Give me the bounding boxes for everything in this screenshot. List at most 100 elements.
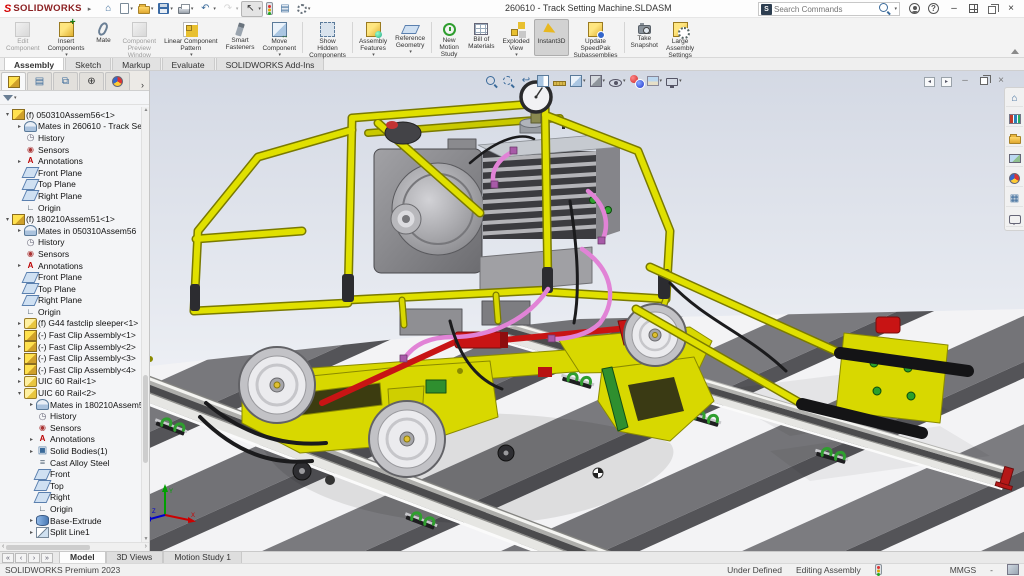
tree-item[interactable]: Top Plane <box>0 283 141 295</box>
tree-item[interactable]: Right <box>0 492 141 504</box>
tree-expand-arrow-icon[interactable]: ▾ <box>15 390 24 397</box>
tree-expand-arrow-icon[interactable]: ▸ <box>15 123 24 130</box>
open-button[interactable]: ▾ <box>136 1 156 17</box>
smart-fasteners-button[interactable]: Smart Fasteners <box>222 19 259 56</box>
tree-item[interactable]: Top Plane <box>0 179 141 191</box>
minimize-doc-button[interactable]: – <box>958 74 972 88</box>
measure-button[interactable] <box>553 76 566 86</box>
last-model-tab-button[interactable]: » <box>41 552 53 564</box>
command-tab-sketch[interactable]: Sketch <box>65 57 111 70</box>
tree-expand-arrow-icon[interactable]: ▸ <box>15 378 24 385</box>
dropdown-caret-icon[interactable]: ▾ <box>236 6 239 12</box>
tree-item[interactable]: ▸Mates in 050310Assem56 <box>0 225 141 237</box>
tree-item[interactable]: ∟Origin <box>0 202 141 214</box>
next-document-button[interactable]: ▸ <box>941 75 952 87</box>
file-explorer-button[interactable] <box>1006 131 1023 147</box>
command-tab-evaluate[interactable]: Evaluate <box>162 57 215 70</box>
status-units[interactable]: MMGS <box>950 565 976 575</box>
panel-overflow-chevron-icon[interactable]: › <box>137 80 148 90</box>
first-model-tab-button[interactable]: « <box>2 552 14 564</box>
tree-item[interactable]: Front Plane <box>0 167 141 179</box>
tree-item[interactable]: ∟Origin <box>0 306 141 318</box>
take-snapshot-button[interactable]: Take Snapshot <box>627 19 662 56</box>
dropdown-caret-icon[interactable]: ▾ <box>213 6 216 12</box>
tree-expand-arrow-icon[interactable]: ▸ <box>27 448 36 455</box>
tree-item[interactable]: ▸AAnnotations <box>0 260 141 272</box>
maximize-button[interactable] <box>967 1 980 16</box>
model-tab-motion-study-1[interactable]: Motion Study 1 <box>163 552 242 563</box>
restore-doc-button[interactable] <box>978 75 988 87</box>
tree-item[interactable]: ◉Sensors <box>0 144 141 156</box>
close-doc-button[interactable]: × <box>994 74 1008 88</box>
3d-scene[interactable]: Y X Z <box>150 71 1024 551</box>
dropdown-caret-icon[interactable]: ▾ <box>279 53 282 57</box>
redo-button[interactable]: ↷▾ <box>219 1 241 17</box>
graphics-viewport[interactable]: Y X Z ↩▾▾▾▾▾ ◂▸–× ⌂▦ <box>150 71 1024 551</box>
close-button[interactable]: × <box>1002 1 1020 16</box>
scroll-left-icon[interactable]: ‹ <box>2 543 4 551</box>
tree-item[interactable]: Right Plane <box>0 295 141 307</box>
component-preview-window-button[interactable]: Component Preview Window <box>118 19 160 56</box>
view-palette-button[interactable] <box>1006 151 1023 167</box>
select-cursor-button[interactable]: ↖▾ <box>241 1 263 17</box>
dropdown-caret-icon[interactable]: ▾ <box>623 78 626 84</box>
tree-expand-arrow-icon[interactable]: ▸ <box>15 332 24 339</box>
home-button[interactable]: ⌂ <box>99 1 117 17</box>
tree-expand-arrow-icon[interactable]: ▸ <box>15 158 24 165</box>
featuremanager-tree-tab[interactable] <box>1 72 26 90</box>
insert-components-button[interactable]: Insert Components▾ <box>44 19 89 56</box>
design-library-button[interactable] <box>1006 111 1023 127</box>
tree-expand-arrow-icon[interactable]: ▸ <box>27 436 36 443</box>
view-orientation-button[interactable]: ▾ <box>570 75 586 87</box>
dropdown-caret-icon[interactable]: ▾ <box>258 6 261 12</box>
dropdown-caret-icon[interactable]: ▾ <box>170 6 173 12</box>
display-manager-tab[interactable] <box>105 72 130 90</box>
update-speedpak-button[interactable]: Update SpeedPak Subassemblies <box>569 19 621 56</box>
show-hidden-components-button[interactable]: Show Hidden Components <box>305 19 350 56</box>
dropdown-caret-icon[interactable]: ▾ <box>151 6 154 12</box>
zoom-to-fit-button[interactable] <box>485 75 498 88</box>
custom-properties-button[interactable]: ▦ <box>1006 191 1023 207</box>
model-tab-3d-views[interactable]: 3D Views <box>106 552 164 563</box>
tree-expand-arrow-icon[interactable]: ▸ <box>15 366 24 373</box>
options-gear-button[interactable]: ▾ <box>295 1 313 17</box>
tree-item[interactable]: ▸UIC 60 Rail<1> <box>0 376 141 388</box>
tree-item[interactable]: ◷History <box>0 410 141 422</box>
tree-expand-arrow-icon[interactable]: ▸ <box>15 320 24 327</box>
tree-expand-arrow-icon[interactable]: ▸ <box>27 401 36 408</box>
save-button[interactable]: ▾ <box>156 1 175 17</box>
tree-expand-arrow-icon[interactable]: ▸ <box>27 517 36 524</box>
horizontal-scroll-thumb[interactable] <box>6 545 90 550</box>
new-document-button[interactable]: ▾ <box>118 1 135 17</box>
dropdown-caret-icon[interactable]: ▾ <box>679 78 682 84</box>
appearances-scenes-button[interactable] <box>1006 171 1023 187</box>
view-settings-button[interactable]: ▾ <box>666 76 682 86</box>
dropdown-caret-icon[interactable]: ▾ <box>603 78 606 84</box>
machine-rail-wheel-center[interactable] <box>369 401 445 477</box>
large-assembly-settings-button[interactable]: Large Assembly Settings <box>662 19 698 56</box>
tree-item[interactable]: ◉Sensors <box>0 422 141 434</box>
tree-item[interactable]: ▸AAnnotations <box>0 434 141 446</box>
tree-expand-arrow-icon[interactable]: ▸ <box>15 355 24 362</box>
undo-button[interactable]: ↶▾ <box>196 1 218 17</box>
menu-expand-arrow-icon[interactable]: ▸ <box>88 5 92 13</box>
tree-expand-arrow-icon[interactable]: ▾ <box>3 216 12 223</box>
tree-filter-bar[interactable]: ▾ <box>0 91 149 105</box>
dropdown-caret-icon[interactable]: ▾ <box>372 53 375 57</box>
machine-rail-wheel-left[interactable] <box>239 347 315 423</box>
help-button[interactable]: ? <box>926 1 941 16</box>
tree-item[interactable]: ◷History <box>0 237 141 249</box>
control-console-plate[interactable] <box>836 333 948 423</box>
print-button[interactable]: ▾ <box>176 1 196 17</box>
tree-item[interactable]: ▸Base-Extrude <box>0 515 141 527</box>
tree-item[interactable]: ∟Origin <box>0 503 141 515</box>
prev-model-tab-button[interactable]: ‹ <box>15 552 27 564</box>
edit-component-button[interactable]: Edit Component <box>2 19 44 56</box>
rebuild-traffic-light-button[interactable] <box>264 1 275 17</box>
tree-horizontal-scrollbar[interactable]: ‹ › <box>0 542 149 551</box>
tree-item[interactable]: ▸(f) G44 fastclip sleeper<1> <box>0 318 141 330</box>
login-button[interactable] <box>907 1 922 16</box>
search-commands-box[interactable]: S ▾ <box>758 2 900 16</box>
tree-item[interactable]: ◷History <box>0 132 141 144</box>
dropdown-caret-icon[interactable]: ▾ <box>130 6 133 12</box>
